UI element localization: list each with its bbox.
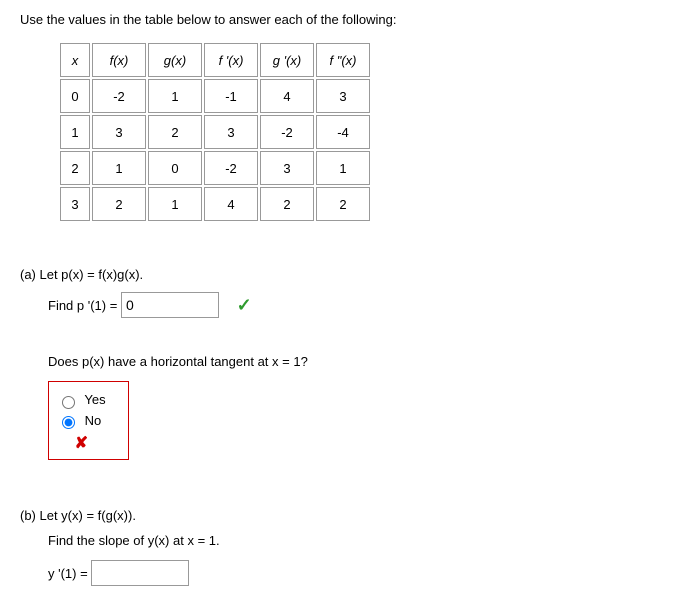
- tangent-question: Does p(x) have a horizontal tangent at x…: [48, 354, 659, 369]
- cell: 3: [204, 115, 258, 149]
- y-prime-answer-input[interactable]: [91, 560, 189, 586]
- cell: 2: [148, 115, 202, 149]
- cell: 1: [148, 187, 202, 221]
- tangent-radio-group: Yes No ✘: [48, 381, 129, 460]
- cell: 3: [92, 115, 146, 149]
- cell: -2: [92, 79, 146, 113]
- col-header: g '(x): [260, 43, 314, 77]
- col-header: x: [60, 43, 90, 77]
- part-b-label: (b) Let y(x) = f(g(x)).: [20, 508, 659, 523]
- cell: 1: [316, 151, 370, 185]
- cell: 3: [60, 187, 90, 221]
- table-row: 2 1 0 -2 3 1: [60, 151, 370, 185]
- table-header-row: x f(x) g(x) f '(x) g '(x) f "(x): [60, 43, 370, 77]
- table-row: 0 -2 1 -1 4 3: [60, 79, 370, 113]
- col-header: f '(x): [204, 43, 258, 77]
- value-table: x f(x) g(x) f '(x) g '(x) f "(x) 0 -2 1 …: [58, 41, 372, 223]
- radio-no[interactable]: [62, 416, 75, 429]
- x-icon: ✘: [75, 435, 88, 452]
- cell: 0: [148, 151, 202, 185]
- radio-row-yes: Yes: [57, 392, 106, 409]
- cell: -1: [204, 79, 258, 113]
- table-row: 1 3 2 3 -2 -4: [60, 115, 370, 149]
- part-b-slope-line: Find the slope of y(x) at x = 1.: [48, 533, 659, 548]
- cell: 3: [260, 151, 314, 185]
- p-prime-answer-input[interactable]: [121, 292, 219, 318]
- cell: 1: [60, 115, 90, 149]
- cell: 2: [60, 151, 90, 185]
- cell: 4: [204, 187, 258, 221]
- y-prime-text: y '(1) =: [48, 566, 88, 581]
- find-p-prime-text: Find p '(1) =: [48, 298, 117, 313]
- incorrect-mark-row: ✘: [57, 433, 106, 453]
- col-header: g(x): [148, 43, 202, 77]
- instruction-text: Use the values in the table below to ans…: [20, 12, 659, 27]
- radio-row-no: No: [57, 413, 106, 430]
- part-b-answer-line: y '(1) =: [48, 560, 659, 586]
- part-a-find-line: Find p '(1) = ✓: [48, 292, 659, 318]
- cell: 3: [316, 79, 370, 113]
- radio-no-label: No: [85, 413, 102, 428]
- cell: 2: [260, 187, 314, 221]
- cell: 1: [92, 151, 146, 185]
- radio-yes[interactable]: [62, 396, 75, 409]
- col-header: f(x): [92, 43, 146, 77]
- cell: 1: [148, 79, 202, 113]
- cell: 2: [316, 187, 370, 221]
- part-a-label: (a) Let p(x) = f(x)g(x).: [20, 267, 659, 282]
- table-row: 3 2 1 4 2 2: [60, 187, 370, 221]
- radio-yes-label: Yes: [84, 392, 105, 407]
- cell: 4: [260, 79, 314, 113]
- cell: -4: [316, 115, 370, 149]
- cell: -2: [260, 115, 314, 149]
- cell: -2: [204, 151, 258, 185]
- check-icon: ✓: [237, 295, 252, 315]
- cell: 0: [60, 79, 90, 113]
- col-header: f "(x): [316, 43, 370, 77]
- cell: 2: [92, 187, 146, 221]
